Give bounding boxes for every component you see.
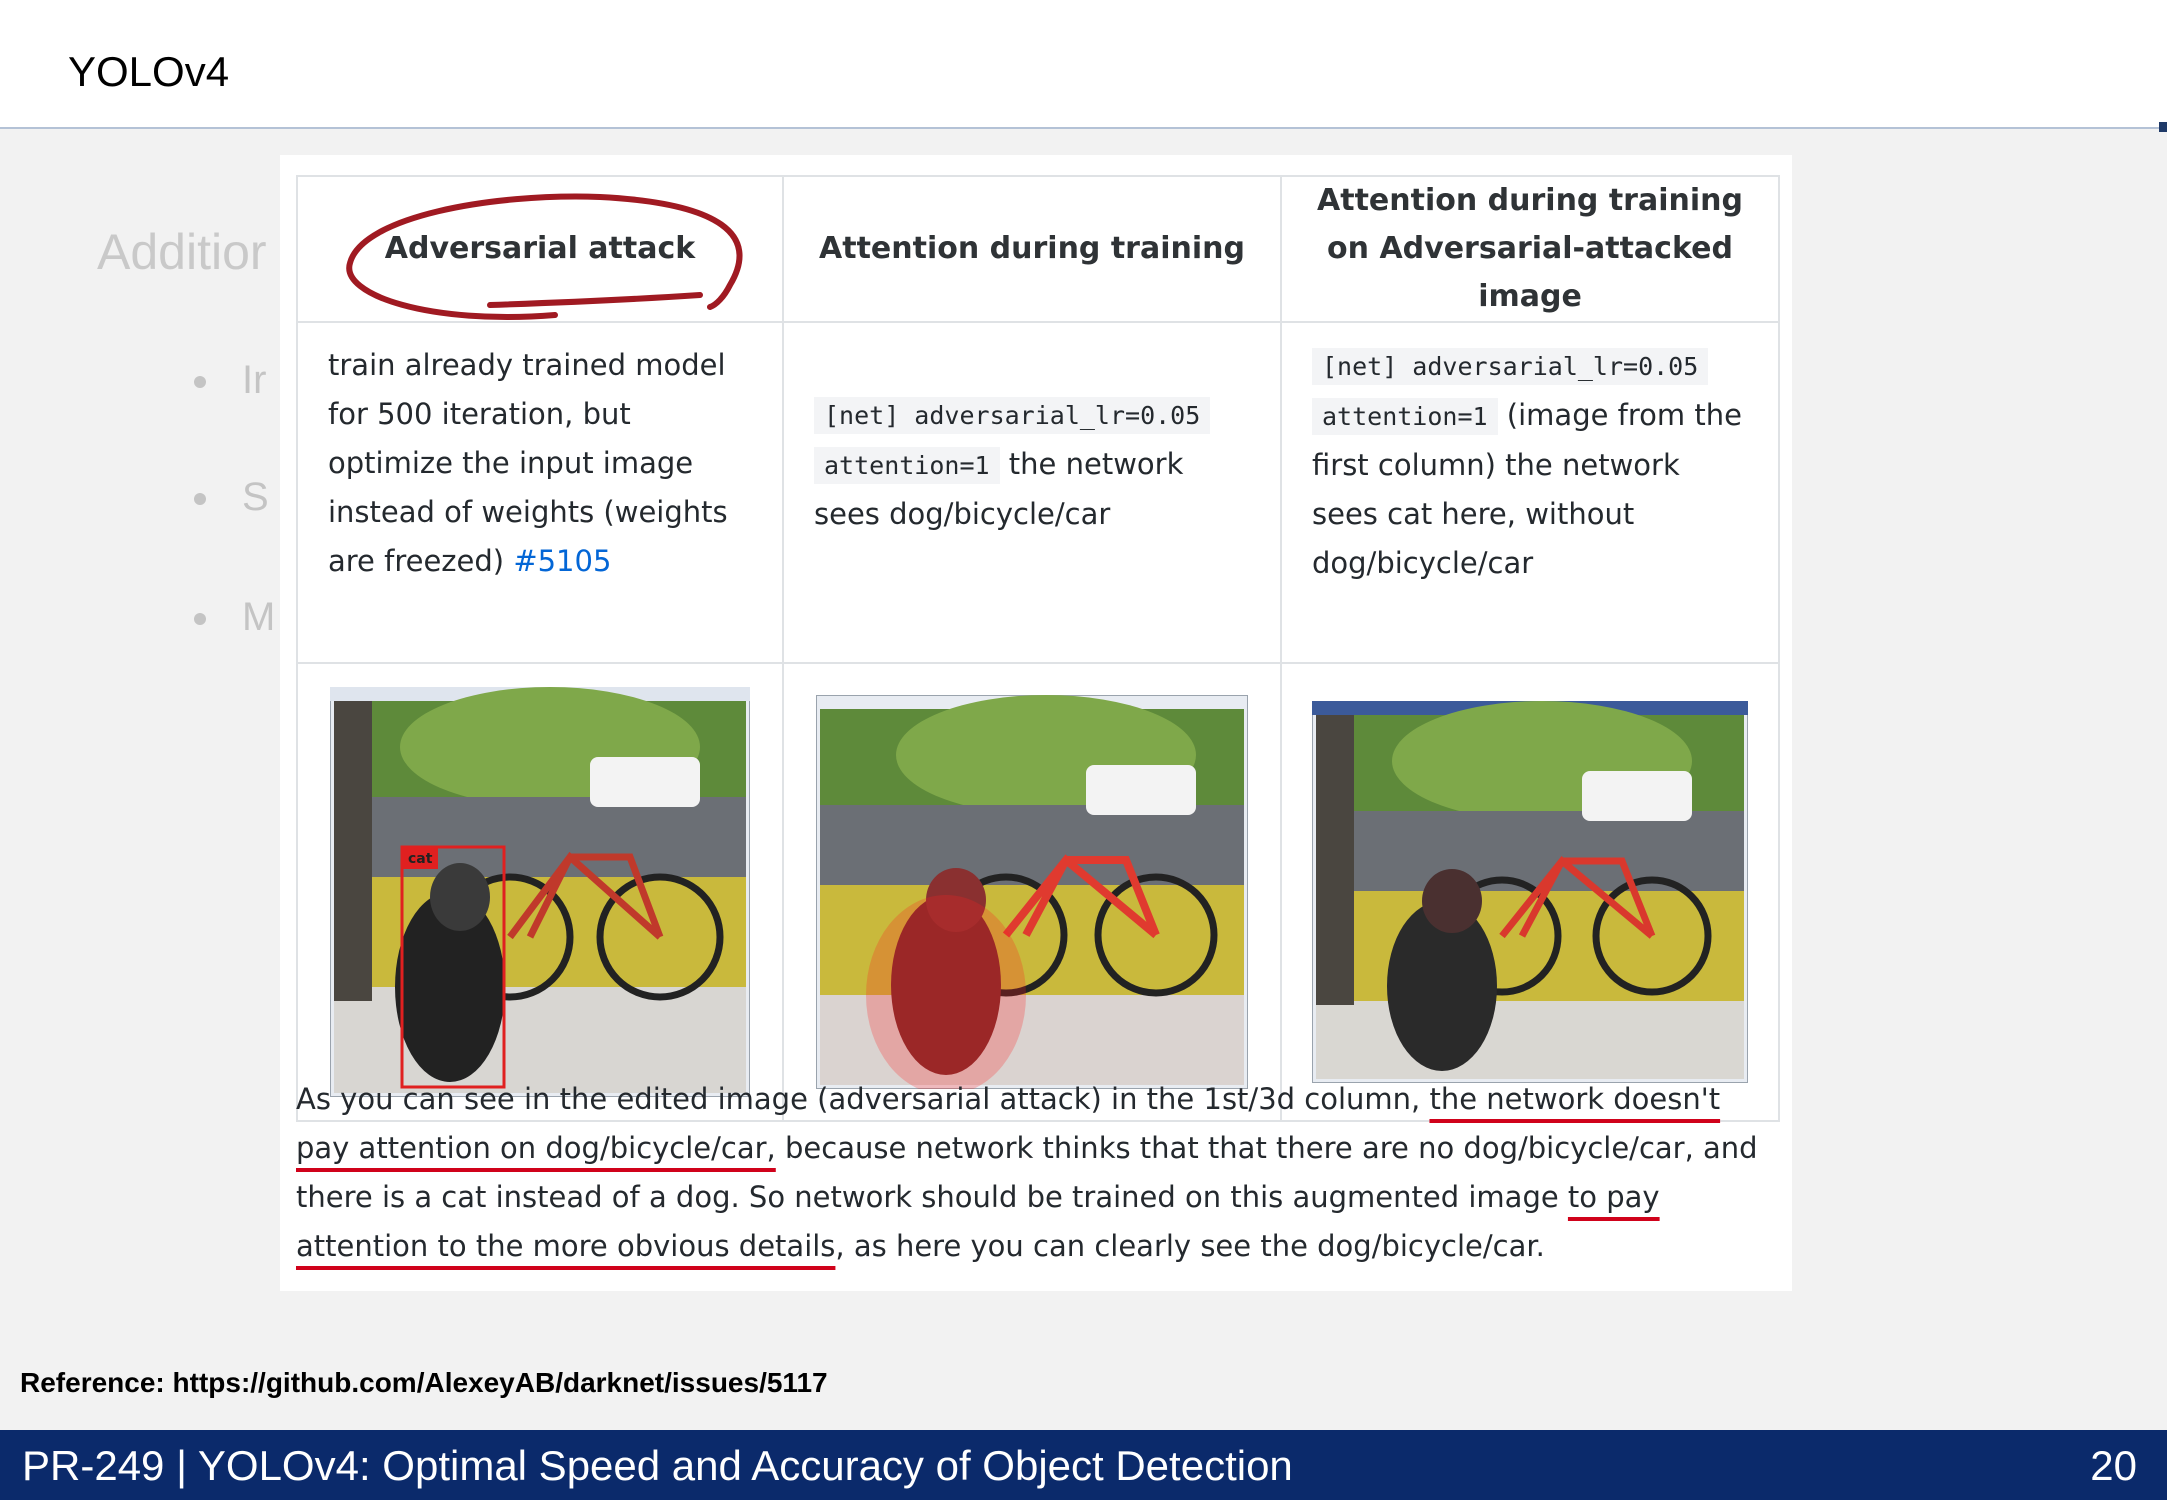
adversarial-scene-image: cat: [330, 687, 750, 1097]
bullet-dot-icon: [194, 493, 206, 506]
footer-title: PR-249 | YOLOv4: Optimal Speed and Accur…: [22, 1442, 1293, 1489]
header-divider: [0, 127, 2167, 129]
issue-link[interactable]: #5105: [513, 544, 611, 578]
table-row-descriptions: train already trained model for 500 iter…: [296, 321, 1780, 664]
header-attention-training: Attention during training: [782, 175, 1282, 323]
cell-adversarial-description: train already trained model for 500 iter…: [296, 321, 784, 664]
detection-label: cat: [408, 851, 433, 867]
cell-adversarial-image: cat: [296, 662, 784, 1122]
background-bullet: Ir: [194, 358, 266, 403]
cell-attention-description: [net] adversarial_lr=0.05 attention=1 th…: [782, 321, 1282, 664]
config-code: attention=1: [1312, 398, 1498, 435]
comparison-figure: Adversarial attack Attention during trai…: [280, 155, 1792, 1291]
header-attention-adversarial: Attention during training on Adversarial…: [1280, 175, 1780, 323]
background-bullet: M: [194, 595, 275, 640]
slide-header: YOLOv4: [0, 0, 2167, 127]
background-heading: Additior: [97, 224, 267, 280]
bullet-dot-icon: [194, 613, 206, 626]
cell-attention-image: [782, 662, 1282, 1122]
config-code: attention=1: [814, 447, 1000, 484]
attention-adversarial-scene-image: [1312, 701, 1748, 1083]
config-code: [net] adversarial_lr=0.05: [1312, 348, 1709, 385]
slide-title: YOLOv4: [68, 48, 230, 95]
page-number: 20: [2090, 1442, 2137, 1489]
slide-footer: PR-249 | YOLOv4: Optimal Speed and Accur…: [0, 1430, 2167, 1500]
config-code: [net] adversarial_lr=0.05: [814, 397, 1211, 434]
cell-attention-adversarial-image: [1280, 662, 1780, 1122]
cell-attention-adversarial-description: [net] adversarial_lr=0.05 attention=1 (i…: [1280, 321, 1780, 664]
attention-scene-image: [816, 695, 1248, 1089]
background-bullet: S: [194, 475, 269, 520]
reference-text: Reference: https://github.com/AlexeyAB/d…: [20, 1367, 828, 1398]
explanation-paragraph: As you can see in the edited image (adve…: [296, 1082, 1758, 1263]
bullet-dot-icon: [194, 376, 206, 389]
header-accent-mark: [2159, 122, 2167, 132]
table-row-images: cat: [296, 662, 1780, 1122]
red-circle-annotation: [346, 193, 743, 320]
